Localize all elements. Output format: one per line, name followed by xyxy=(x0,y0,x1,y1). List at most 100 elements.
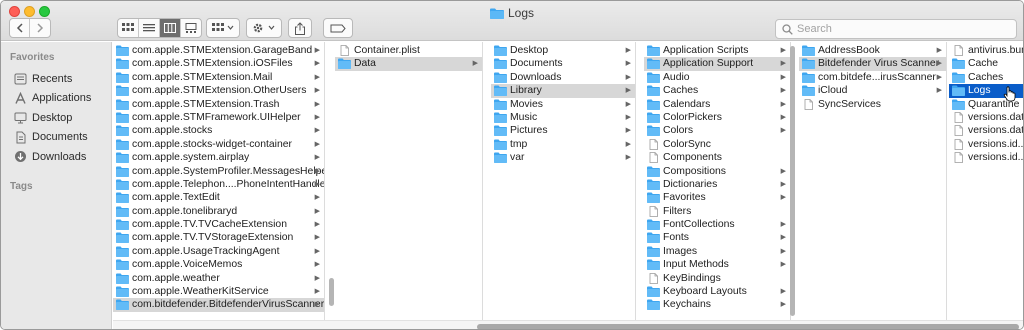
list-item[interactable]: com.apple.stocks-widget-container ▶ xyxy=(113,138,324,151)
list-item[interactable]: Bitdefender Virus Scanner ▶ xyxy=(799,57,946,71)
list-item[interactable]: Audio ▶ xyxy=(644,71,790,84)
list-item[interactable]: Downloads ▶ xyxy=(491,71,635,84)
list-item[interactable]: Pictures ▶ xyxy=(491,124,635,137)
list-item[interactable]: com.apple.Telephon....PhoneIntentHandler… xyxy=(113,178,324,191)
action-menu[interactable] xyxy=(246,18,282,38)
list-item[interactable]: com.apple.TextEdit ▶ xyxy=(113,191,324,204)
list-item-label: Cache xyxy=(968,58,999,70)
icon-view-icon[interactable] xyxy=(118,19,139,37)
list-item[interactable]: com.apple.tonelibraryd ▶ xyxy=(113,205,324,218)
sidebar-item-applications[interactable]: Applications xyxy=(1,89,111,109)
list-item-label: var xyxy=(510,152,525,164)
list-item[interactable]: Application Support ▶ xyxy=(644,57,790,71)
list-item[interactable]: Library ▶ xyxy=(491,84,635,98)
column-scrollbar[interactable] xyxy=(790,46,795,316)
list-item[interactable]: versions.dat. xyxy=(949,124,1023,137)
list-item[interactable]: com.apple.SystemProfiler.MessagesHelper ▶ xyxy=(113,165,324,178)
disclosure-arrow-icon: ▶ xyxy=(780,194,786,202)
list-item[interactable]: com.apple.weather ▶ xyxy=(113,272,324,285)
list-item[interactable]: com.apple.STMExtension.iOSFiles ▶ xyxy=(113,57,324,70)
list-item[interactable]: com.apple.stocks ▶ xyxy=(113,124,324,137)
list-item-label: Components xyxy=(663,152,722,164)
list-item[interactable]: versions.dat. xyxy=(949,111,1023,124)
group-by-menu[interactable] xyxy=(206,18,240,38)
list-item[interactable]: Keychains ▶ xyxy=(644,298,790,311)
list-item[interactable]: Movies ▶ xyxy=(491,98,635,111)
list-item[interactable]: Music ▶ xyxy=(491,111,635,124)
list-item[interactable]: FontCollections ▶ xyxy=(644,218,790,231)
horizontal-scrollbar[interactable] xyxy=(113,320,1023,329)
search-field[interactable] xyxy=(775,19,1017,39)
list-item[interactable]: com.apple.STMExtension.OtherUsers ▶ xyxy=(113,84,324,97)
column-containers[interactable]: com.apple.STMExtension.GarageBand ▶ com.ap… xyxy=(113,42,325,320)
list-item[interactable]: Documents ▶ xyxy=(491,57,635,70)
list-item[interactable]: com.apple.STMExtension.Trash ▶ xyxy=(113,98,324,111)
disclosure-arrow-icon: ▶ xyxy=(314,60,320,68)
list-item[interactable]: AddressBook ▶ xyxy=(799,44,946,57)
list-item[interactable]: Filters xyxy=(644,205,790,218)
list-item[interactable]: Container.plist xyxy=(335,44,482,57)
list-item[interactable]: ColorSync xyxy=(644,138,790,151)
list-item[interactable]: iCloud ▶ xyxy=(799,84,946,97)
sidebar: Favorites Recents Applications Desktop D… xyxy=(1,42,112,329)
list-item-label: tmp xyxy=(510,138,528,150)
list-item[interactable]: com.apple.TV.TVStorageExtension ▶ xyxy=(113,231,324,244)
list-item[interactable]: Desktop ▶ xyxy=(491,44,635,57)
horizontal-scrollbar-thumb[interactable] xyxy=(477,324,1019,329)
list-item[interactable]: Components xyxy=(644,151,790,164)
list-item[interactable]: Input Methods ▶ xyxy=(644,258,790,271)
back-chevron-icon[interactable] xyxy=(10,19,30,37)
list-item[interactable]: ColorPickers ▶ xyxy=(644,111,790,124)
tags-button[interactable] xyxy=(323,18,353,38)
share-button[interactable] xyxy=(288,18,312,38)
sidebar-item-documents[interactable]: Documents xyxy=(1,128,111,148)
column-application-support[interactable]: AddressBook ▶ Bitdefender Virus Scanner ▶ co… xyxy=(799,42,947,320)
forward-chevron-icon[interactable] xyxy=(30,19,50,37)
list-item[interactable]: Favorites ▶ xyxy=(644,191,790,204)
list-item[interactable]: Caches ▶ xyxy=(644,84,790,97)
list-item[interactable]: com.apple.STMFramework.UIHelper ▶ xyxy=(113,111,324,124)
gallery-view-icon[interactable] xyxy=(181,19,201,37)
list-item[interactable]: Keyboard Layouts ▶ xyxy=(644,285,790,298)
column-data[interactable]: Desktop ▶ Documents ▶ Downloads ▶ Library ▶ Movi… xyxy=(491,42,636,320)
list-item[interactable]: SyncServices xyxy=(799,98,946,111)
list-item[interactable]: Compositions ▶ xyxy=(644,165,790,178)
column-library[interactable]: Application Scripts ▶ Application Support ▶… xyxy=(644,42,791,320)
column-scrollbar[interactable] xyxy=(329,278,334,306)
list-item[interactable]: var ▶ xyxy=(491,151,635,164)
list-item[interactable]: versions.id... xyxy=(949,138,1023,151)
list-item[interactable]: Colors ▶ xyxy=(644,124,790,137)
column-bitdefender-virus-scanner[interactable]: antivirus.bun Cache Caches Logs Quarantine ve… xyxy=(949,42,1023,320)
list-view-icon[interactable] xyxy=(139,19,160,37)
search-input[interactable] xyxy=(797,23,997,35)
list-item[interactable]: versions.id... xyxy=(949,151,1023,164)
navigation-buttons xyxy=(9,18,51,38)
list-item[interactable]: KeyBindings xyxy=(644,272,790,285)
list-item-label: com.apple.STMExtension.iOSFiles xyxy=(132,58,293,70)
list-item[interactable]: com.apple.STMExtension.GarageBand ▶ xyxy=(113,44,324,57)
sidebar-item-downloads[interactable]: Downloads xyxy=(1,147,111,167)
list-item[interactable]: com.apple.STMExtension.Mail ▶ xyxy=(113,71,324,84)
list-item[interactable]: tmp ▶ xyxy=(491,138,635,151)
list-item[interactable]: com.apple.VoiceMemos ▶ xyxy=(113,258,324,271)
list-item[interactable]: com.apple.TV.TVCacheExtension ▶ xyxy=(113,218,324,231)
list-item-label: Movies xyxy=(510,98,543,110)
list-item[interactable]: antivirus.bun xyxy=(949,44,1023,57)
sidebar-item-recents[interactable]: Recents xyxy=(1,69,111,89)
list-item[interactable]: com.apple.UsageTrackingAgent ▶ xyxy=(113,245,324,258)
list-item[interactable]: Application Scripts ▶ xyxy=(644,44,790,57)
list-item[interactable]: com.apple.WeatherKitService ▶ xyxy=(113,285,324,298)
list-item[interactable]: Calendars ▶ xyxy=(644,98,790,111)
column-view-icon[interactable] xyxy=(160,19,181,37)
list-item[interactable]: com.bitdefender.BitdefenderVirusScanner ▶ xyxy=(113,298,324,312)
list-item[interactable]: Cache xyxy=(949,57,1023,70)
list-item[interactable]: Data ▶ xyxy=(335,57,482,71)
list-item[interactable]: com.bitdefe...irusScanner ▶ xyxy=(799,71,946,84)
sidebar-item-desktop[interactable]: Desktop xyxy=(1,108,111,128)
column-bitdefender-container[interactable]: Container.plist Data ▶ xyxy=(335,42,483,320)
list-item[interactable]: Fonts ▶ xyxy=(644,231,790,244)
list-item[interactable]: Images ▶ xyxy=(644,245,790,258)
list-item[interactable]: Dictionaries ▶ xyxy=(644,178,790,191)
list-item[interactable]: Caches xyxy=(949,71,1023,84)
list-item[interactable]: com.apple.system.airplay ▶ xyxy=(113,151,324,164)
